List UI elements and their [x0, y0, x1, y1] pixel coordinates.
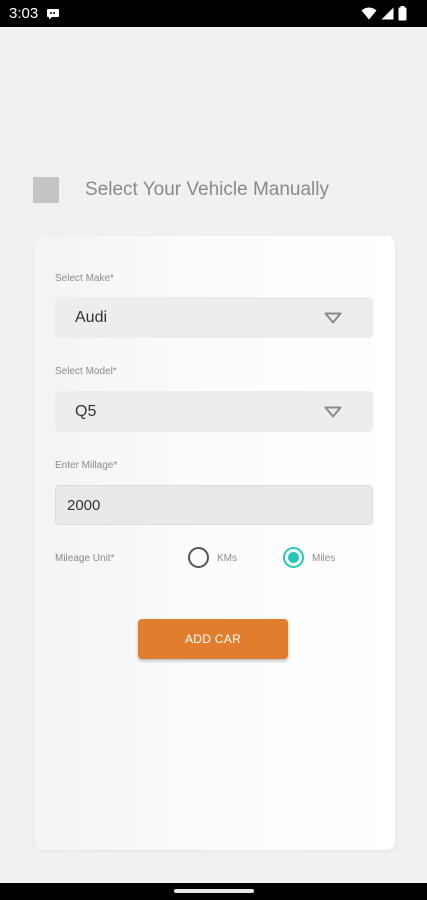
status-time: 3:03: [9, 5, 39, 22]
navigation-bar: [0, 883, 427, 900]
radio-selected-dot: [288, 552, 299, 563]
model-value: Q5: [75, 403, 97, 420]
chat-notification-icon: [46, 7, 60, 20]
status-icons: [361, 6, 407, 26]
signal-icon: [381, 7, 394, 25]
wifi-icon: [361, 7, 377, 25]
mileage-label: Enter Millage*: [55, 460, 118, 471]
model-select[interactable]: Q5: [55, 391, 373, 432]
home-indicator[interactable]: [174, 889, 254, 893]
manual-select-checkbox[interactable]: [33, 177, 59, 203]
battery-icon: [398, 6, 407, 26]
radio-kms[interactable]: [188, 547, 209, 568]
chevron-down-icon: [324, 311, 342, 324]
status-bar: 3:03: [0, 0, 427, 27]
mileage-input[interactable]: 2000: [55, 485, 373, 525]
radio-miles[interactable]: [283, 547, 304, 568]
add-car-button[interactable]: ADD CAR: [138, 619, 288, 659]
radio-miles-label: Miles: [312, 553, 336, 564]
make-label: Select Make*: [55, 273, 114, 284]
make-value: Audi: [75, 309, 108, 326]
model-label: Select Model*: [55, 366, 117, 377]
vehicle-form-card: Select Make* Audi Select Model* Q5 Enter…: [34, 236, 395, 850]
mileage-value: 2000: [67, 497, 101, 514]
mileage-unit-label: Mileage Unit*: [55, 553, 115, 564]
radio-kms-label: KMs: [217, 553, 237, 564]
manual-select-row[interactable]: Select Your Vehicle Manually: [33, 176, 329, 204]
chevron-down-icon: [324, 405, 342, 418]
manual-select-label: Select Your Vehicle Manually: [85, 179, 329, 200]
make-select[interactable]: Audi: [55, 297, 373, 338]
